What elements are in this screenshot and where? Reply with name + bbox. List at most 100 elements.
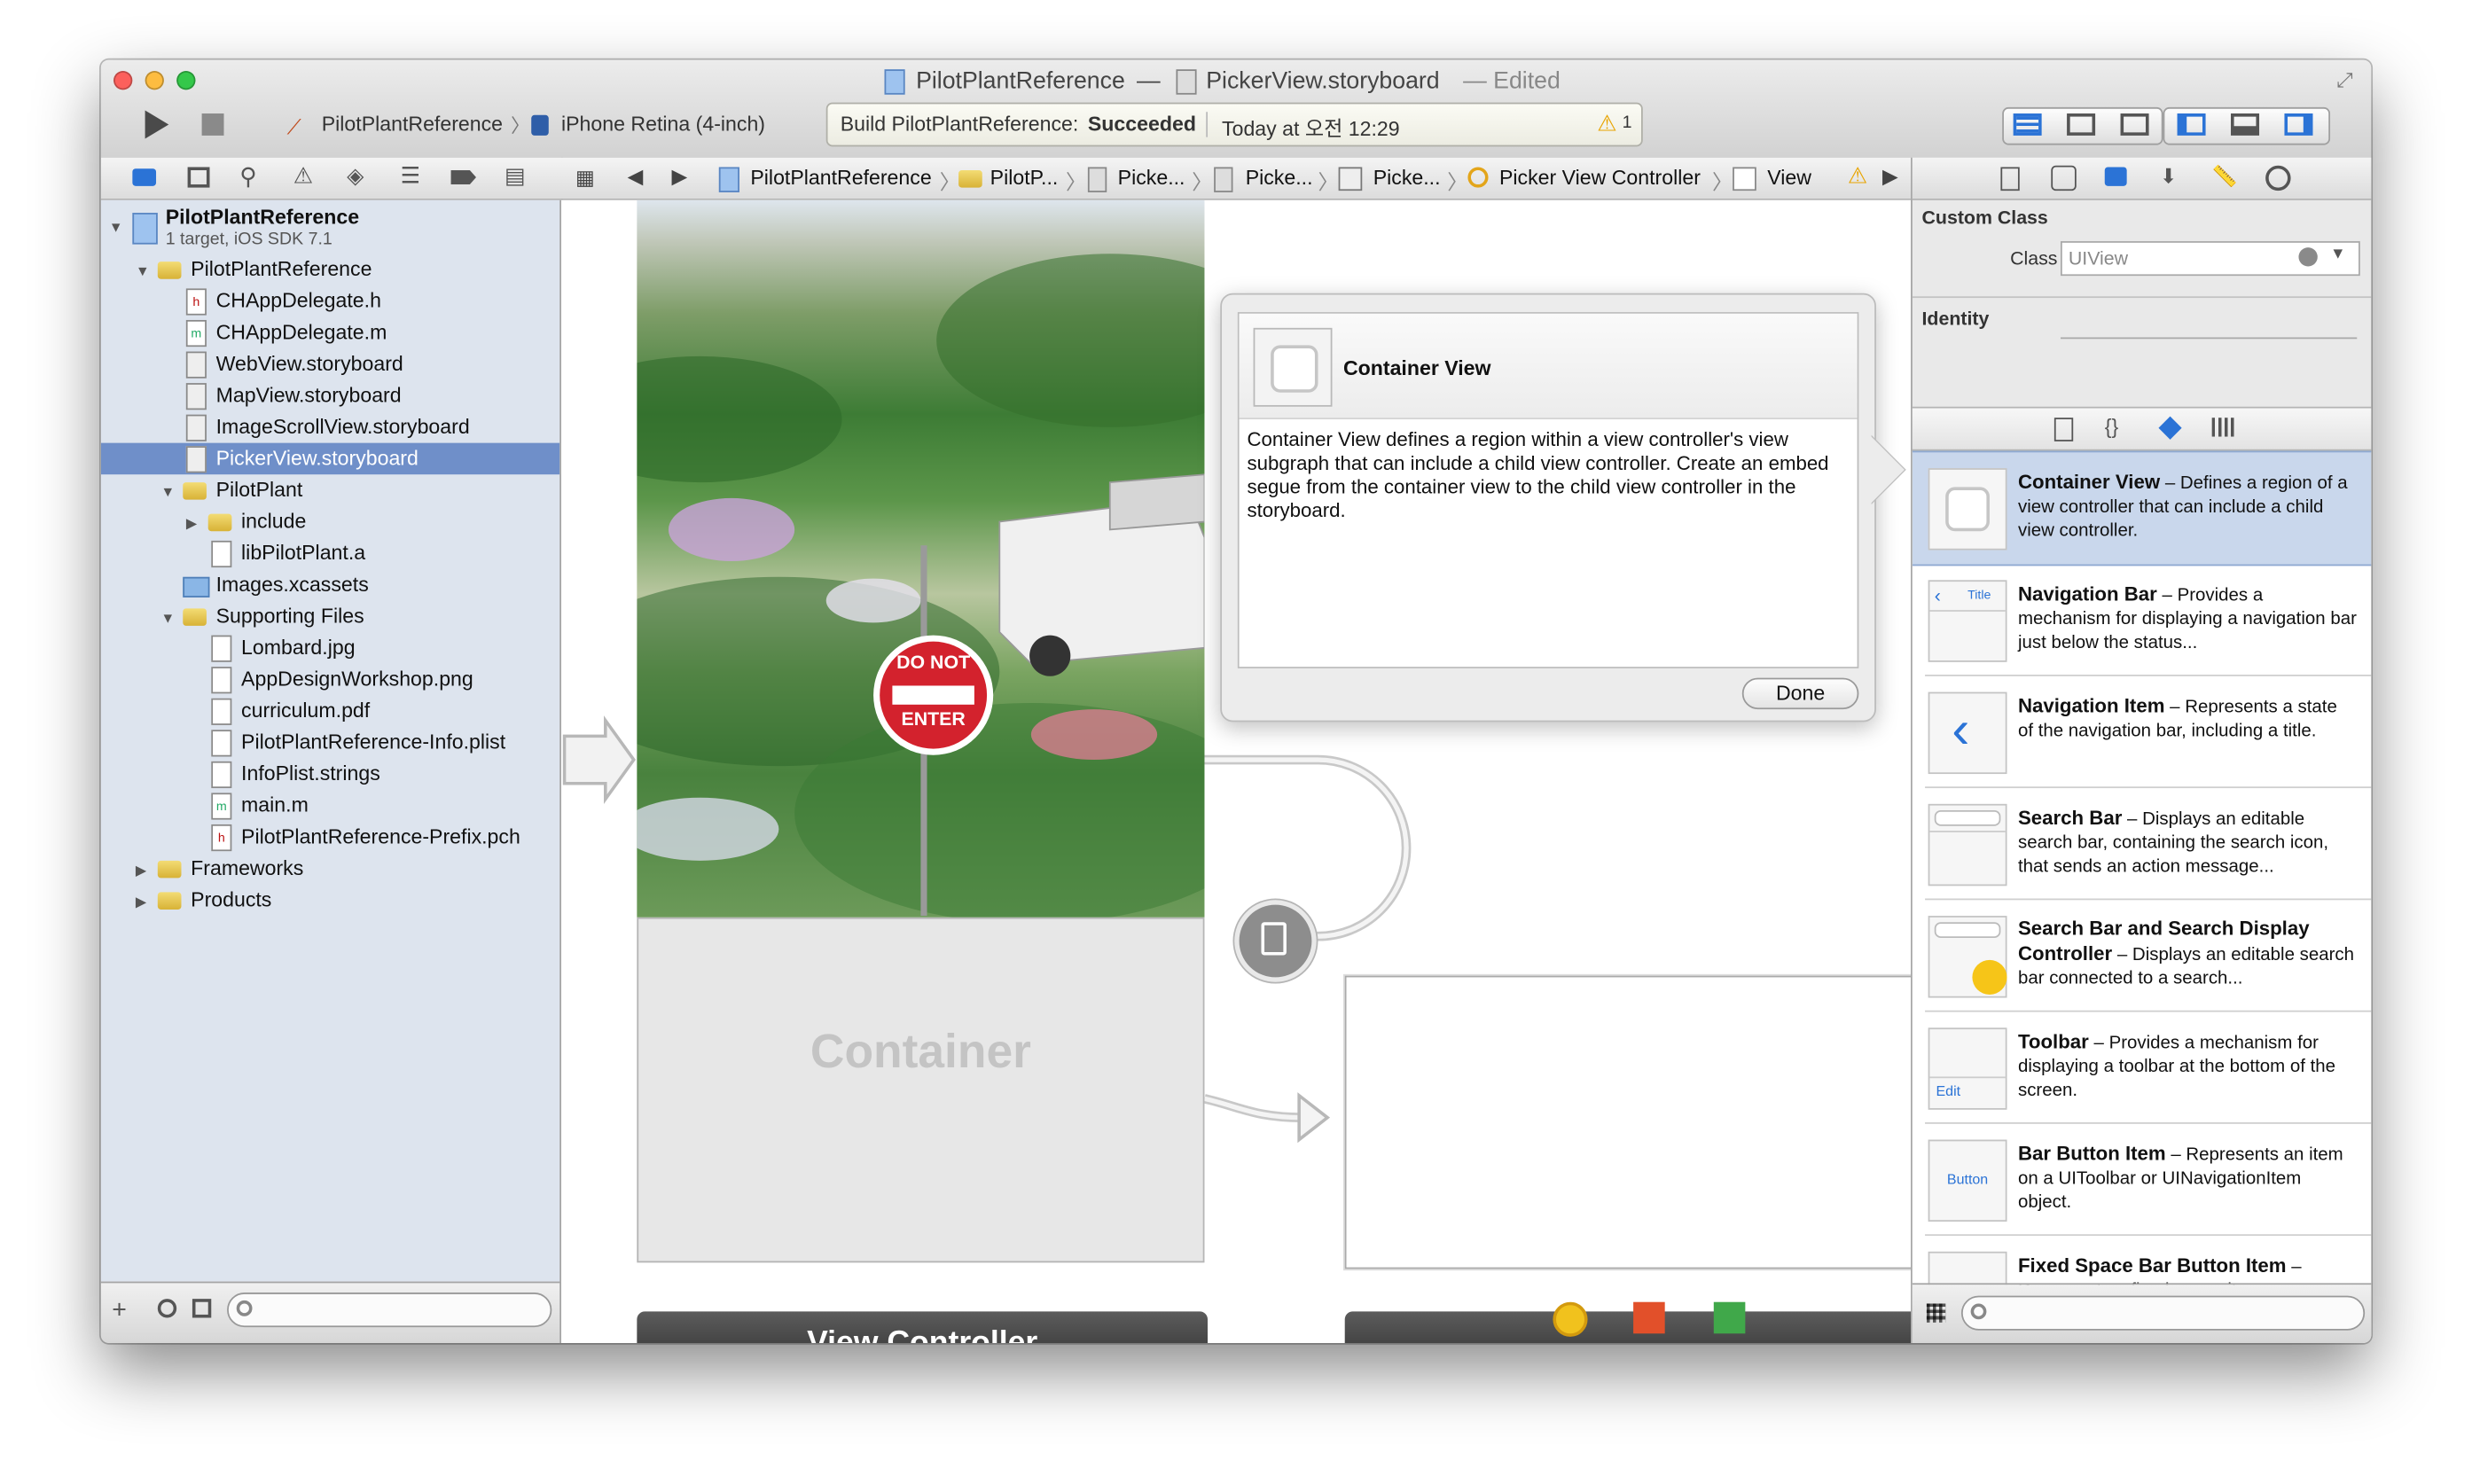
folder-icon[interactable] xyxy=(132,168,157,186)
grid-icon[interactable] xyxy=(1926,1303,1946,1323)
disclosure-triangle-icon[interactable]: ▼ xyxy=(160,610,175,626)
library-item-navigation-item[interactable]: ‹ Navigation Item – Represents a state o… xyxy=(1913,676,2372,789)
crumb-view[interactable]: View xyxy=(1767,166,1811,190)
test-navigator-icon[interactable]: ◈ xyxy=(347,162,364,189)
chevron-down-icon[interactable]: ▼ xyxy=(2330,246,2346,263)
connections-inspector-icon[interactable] xyxy=(2265,165,2291,191)
embed-segue-button[interactable] xyxy=(1234,900,1317,982)
scheme-selector[interactable]: ⟋ PilotPlantReference 〉 iPhone Retina (4… xyxy=(287,110,824,142)
library-item-toolbar[interactable]: Edit Toolbar – Provides a mechanism for … xyxy=(1913,1012,2372,1124)
run-button[interactable] xyxy=(136,105,174,144)
group-products[interactable]: ▶ Products xyxy=(101,885,559,917)
log-navigator-icon[interactable]: ▤ xyxy=(505,162,526,189)
attributes-inspector-icon[interactable]: ⬇ xyxy=(2160,164,2177,189)
navigator-filter-field[interactable] xyxy=(227,1293,552,1328)
warning-icon[interactable]: ⚠ xyxy=(1597,110,1616,137)
group-supporting-files[interactable]: ▼ Supporting Files xyxy=(101,600,559,632)
file-row[interactable]: Lombard.jpg xyxy=(101,632,559,664)
file-row[interactable]: MapView.storyboard xyxy=(101,380,559,412)
identity-inspector-icon[interactable] xyxy=(2104,167,2127,186)
crumb-group[interactable]: PilotP... xyxy=(990,166,1059,190)
crumb-project[interactable]: PilotPlantReference xyxy=(750,166,931,190)
debug-navigator-icon[interactable]: ☰ xyxy=(401,162,420,189)
view-controller-scene[interactable]: DO NOT ENTER Container xyxy=(637,199,1205,1263)
debug-toggle-icon[interactable] xyxy=(2231,113,2260,136)
crumb-file[interactable]: Picke... xyxy=(1118,166,1185,190)
group-pilotplantreference[interactable]: ▼ PilotPlantReference xyxy=(101,254,559,285)
child-view-controller-scene[interactable] xyxy=(1344,975,1912,1269)
issue-navigator-icon[interactable]: ⚠ xyxy=(293,162,313,189)
file-row[interactable]: m CHAppDelegate.m xyxy=(101,316,559,348)
group-frameworks[interactable]: ▶ Frameworks xyxy=(101,853,559,885)
standard-editor-icon[interactable] xyxy=(2013,113,2042,136)
disclosure-triangle-icon[interactable]: ▶ xyxy=(186,515,197,533)
fullscreen-icon[interactable]: ⤢ xyxy=(2336,68,2359,91)
file-row[interactable]: libPilotPlant.a xyxy=(101,537,559,569)
library-item-bar-button-item[interactable]: Button Bar Button Item – Represents an i… xyxy=(1913,1124,2372,1237)
exit-icon[interactable] xyxy=(1713,1301,1746,1334)
view-controller-icon[interactable] xyxy=(1553,1301,1588,1337)
version-editor-icon[interactable] xyxy=(2120,113,2149,136)
breakpoint-navigator-icon[interactable] xyxy=(450,170,476,185)
disclosure-triangle-icon[interactable]: ▼ xyxy=(109,219,123,235)
done-button[interactable]: Done xyxy=(1741,677,1859,710)
group-include[interactable]: ▶ include xyxy=(101,506,559,538)
disclosure-triangle-icon[interactable]: ▶ xyxy=(136,863,146,880)
file-row[interactable]: ImageScrollView.storyboard xyxy=(101,411,559,443)
chevron-right-icon[interactable]: ▶ xyxy=(1882,164,1898,189)
filter-icon[interactable] xyxy=(192,1299,212,1318)
project-root[interactable]: ▼ PilotPlantReference 1 target, iOS SDK … xyxy=(101,200,559,254)
clock-icon[interactable] xyxy=(157,1299,177,1318)
disclosure-triangle-icon[interactable]: ▶ xyxy=(136,894,146,911)
file-row[interactable]: AppDesignWorkshop.png xyxy=(101,664,559,696)
utilities-toggle-icon[interactable] xyxy=(2284,113,2313,136)
file-row[interactable]: h PilotPlantReference-Prefix.pch xyxy=(101,821,559,853)
symbol-navigator-icon[interactable] xyxy=(187,167,210,188)
related-items-icon[interactable]: ▦ xyxy=(575,166,595,191)
chevron-right-icon[interactable]: ▶ xyxy=(671,164,687,189)
disclosure-triangle-icon[interactable]: ▼ xyxy=(160,484,175,500)
file-row[interactable]: curriculum.pdf xyxy=(101,695,559,727)
close-button[interactable] xyxy=(113,71,133,90)
first-responder-icon[interactable] xyxy=(1633,1301,1665,1334)
media-library-icon[interactable] xyxy=(2211,418,2234,437)
quick-help-icon[interactable] xyxy=(2051,165,2077,191)
warning-icon[interactable]: ⚠ xyxy=(1848,162,1867,189)
search-icon[interactable]: ⚲ xyxy=(239,162,257,191)
stop-button[interactable] xyxy=(199,110,227,138)
scene-dock[interactable]: View Controller xyxy=(637,1311,1209,1343)
file-template-icon[interactable] xyxy=(2053,418,2074,441)
crumb-scene[interactable]: Picke... xyxy=(1246,166,1313,190)
warning-count[interactable]: 1 xyxy=(1623,113,1632,132)
crumb-scene-2[interactable]: Picke... xyxy=(1373,166,1441,190)
library-item-navigation-bar[interactable]: ‹ Title Navigation Bar – Provides a mecha… xyxy=(1913,565,2372,676)
plus-icon[interactable]: + xyxy=(112,1297,127,1325)
code-snippet-icon[interactable]: {} xyxy=(2105,415,2118,439)
file-row[interactable]: InfoPlist.strings xyxy=(101,758,559,790)
storyboard-canvas[interactable]: DO NOT ENTER Container View Controller ▮… xyxy=(561,199,1912,1343)
group-pilotplant[interactable]: ▼ PilotPlant xyxy=(101,474,559,506)
crumb-view-controller[interactable]: Picker View Controller xyxy=(1499,166,1701,190)
file-row[interactable]: h CHAppDelegate.h xyxy=(101,285,559,317)
file-row-selected[interactable]: PickerView.storyboard xyxy=(100,442,560,475)
arrow-circle-icon[interactable] xyxy=(2298,247,2318,267)
zoom-button[interactable] xyxy=(176,71,196,90)
photo-image-view[interactable]: DO NOT ENTER xyxy=(637,199,1205,918)
container-view[interactable]: Container xyxy=(637,917,1205,1263)
class-combo-box[interactable]: UIView ▼ xyxy=(2060,241,2360,277)
file-row[interactable]: WebView.storyboard xyxy=(101,348,559,380)
library-item-search-bar[interactable]: Search Bar – Displays an editable search… xyxy=(1913,788,2372,901)
file-inspector-icon[interactable] xyxy=(2000,167,2020,191)
library-item-search-display-controller[interactable]: Search Bar and Search Display Controller… xyxy=(1913,900,2372,1012)
assistant-editor-icon[interactable] xyxy=(2067,113,2096,136)
disclosure-triangle-icon[interactable]: ▼ xyxy=(136,263,150,279)
object-library-icon[interactable] xyxy=(2158,416,2182,440)
navigator-toggle-icon[interactable] xyxy=(2177,113,2206,136)
chevron-left-icon[interactable]: ◀ xyxy=(628,164,644,189)
minimize-button[interactable] xyxy=(145,71,164,90)
library-filter-field[interactable] xyxy=(1960,1295,2366,1331)
file-row[interactable]: PilotPlantReference-Info.plist xyxy=(101,727,559,759)
file-row[interactable]: Images.xcassets xyxy=(101,569,559,601)
child-scene-dock[interactable] xyxy=(1344,1301,1912,1343)
size-inspector-icon[interactable]: 📏 xyxy=(2212,164,2238,189)
